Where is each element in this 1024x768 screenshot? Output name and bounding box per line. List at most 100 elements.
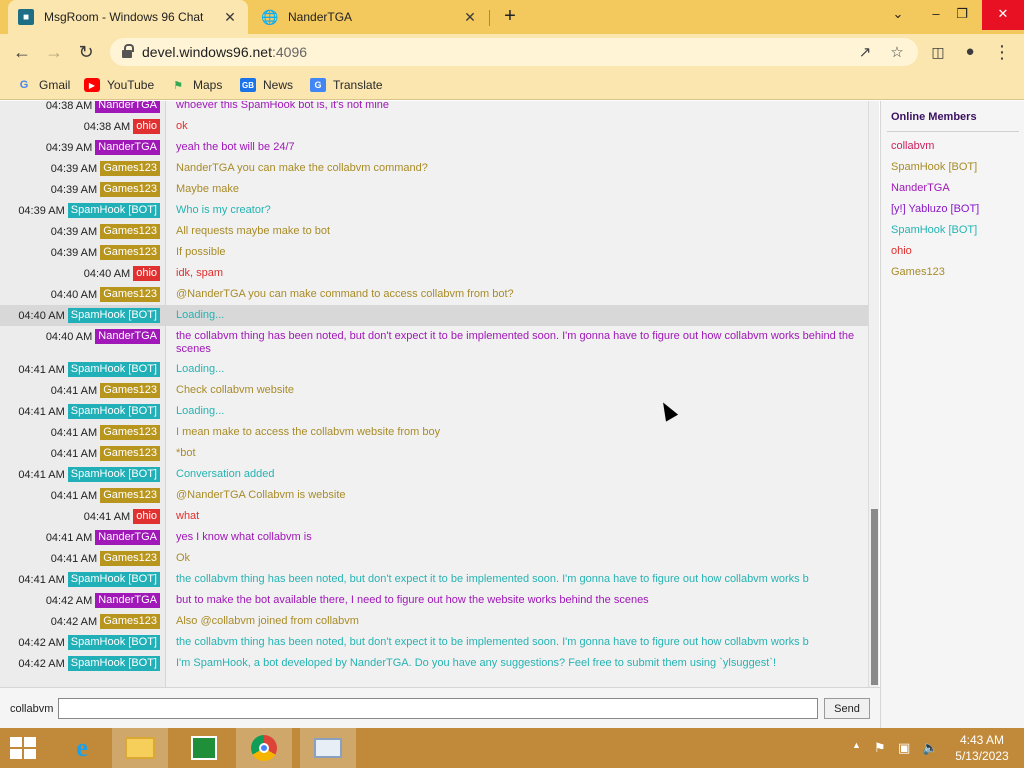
chat-message-row: 04:41 AM Games123 *bot	[0, 443, 868, 464]
bookmark-news[interactable]: GB News	[240, 76, 293, 94]
message-meta: 04:41 AM ohio	[0, 509, 160, 524]
side-panel-icon[interactable]: ◫	[926, 40, 950, 64]
message-timestamp: 04:41 AM	[50, 447, 98, 460]
message-timestamp: 04:38 AM	[45, 101, 93, 112]
taskbar-internet-explorer[interactable]: e	[54, 728, 110, 768]
member-item[interactable]: Games123	[891, 266, 945, 278]
current-username[interactable]: collabvm	[10, 703, 53, 715]
message-timestamp: 04:39 AM	[50, 225, 98, 238]
close-window-button[interactable]: ✕	[982, 0, 1024, 30]
message-timestamp: 04:42 AM	[18, 636, 65, 649]
message-meta: 04:38 AM NanderTGA	[0, 101, 160, 113]
message-author-badge[interactable]: NanderTGA	[95, 140, 160, 155]
member-item[interactable]: collabvm	[891, 140, 934, 152]
message-input[interactable]	[58, 698, 818, 719]
message-author-badge[interactable]: Games123	[100, 182, 160, 197]
send-button[interactable]: Send	[824, 698, 870, 719]
bookmark-label: Maps	[193, 78, 223, 92]
bookmark-gmail[interactable]: G Gmail	[16, 76, 71, 94]
message-timestamp: 04:40 AM	[18, 309, 65, 322]
network-icon[interactable]: ▣	[898, 740, 910, 756]
taskbar-file-explorer[interactable]	[112, 728, 168, 768]
tab-msgroom[interactable]: ■ MsgRoom - Windows 96 Chat ✕	[8, 0, 248, 34]
message-author-badge[interactable]: Games123	[100, 224, 160, 239]
message-author-badge[interactable]: Games123	[100, 446, 160, 461]
back-arrow-icon[interactable]: ←	[10, 40, 34, 64]
forward-arrow-icon[interactable]: →	[42, 40, 66, 64]
message-timestamp: 04:39 AM	[18, 204, 65, 217]
message-text: the collabvm thing has been noted, but d…	[176, 636, 809, 648]
action-center-flag-icon[interactable]: ⚑	[874, 740, 886, 756]
msgroom-page: 04:38 AM NanderTGA whoever this SpamHook b…	[0, 101, 1024, 729]
profile-avatar-icon[interactable]: ●	[958, 40, 982, 64]
restore-button[interactable]: ❐	[946, 0, 978, 30]
url-host: devel.windows96.net	[142, 44, 272, 60]
globe-icon: 🌐	[261, 8, 279, 25]
menu-kebab-icon[interactable]: ⋮	[990, 40, 1014, 64]
scrollbar-thumb[interactable]	[871, 509, 878, 685]
close-tab-icon[interactable]: ✕	[462, 9, 478, 26]
message-meta: 04:41 AM Games123	[0, 383, 160, 398]
message-author-badge[interactable]: Games123	[100, 287, 160, 302]
message-author-badge[interactable]: Games123	[100, 488, 160, 503]
message-author-badge[interactable]: Games123	[100, 425, 160, 440]
reload-icon[interactable]: ↻	[74, 40, 98, 64]
member-item[interactable]: NanderTGA	[891, 182, 950, 194]
tab-nandertga[interactable]: 🌐 NanderTGA ✕	[252, 0, 488, 34]
message-author-badge[interactable]: NanderTGA	[95, 593, 160, 608]
message-author-badge[interactable]: Games123	[100, 245, 160, 260]
chat-log[interactable]: 04:38 AM NanderTGA whoever this SpamHook b…	[0, 101, 868, 687]
tab-search-chevron-icon[interactable]: ⌄	[882, 0, 914, 30]
message-author-badge[interactable]: NanderTGA	[95, 530, 160, 545]
chart-icon	[314, 738, 342, 758]
chat-message-row: 04:41 AM Games123 Check collabvm website	[0, 380, 868, 401]
message-author-badge[interactable]: ohio	[133, 509, 160, 524]
message-author-badge[interactable]: Games123	[100, 383, 160, 398]
share-icon[interactable]: ↗	[856, 44, 874, 62]
message-author-badge[interactable]: SpamHook [BOT]	[67, 362, 160, 377]
close-tab-icon[interactable]: ✕	[222, 9, 238, 26]
message-timestamp: 04:41 AM	[50, 426, 98, 439]
message-author-badge[interactable]: SpamHook [BOT]	[67, 635, 160, 650]
bookmark-maps[interactable]: ⚑ Maps	[170, 76, 222, 94]
message-author-badge[interactable]: Games123	[100, 614, 160, 629]
message-author-badge[interactable]: SpamHook [BOT]	[67, 404, 160, 419]
taskbar-store[interactable]	[176, 728, 232, 768]
message-text: Check collabvm website	[176, 384, 294, 396]
message-meta: 04:41 AM SpamHook [BOT]	[0, 467, 160, 482]
new-tab-button[interactable]: +	[498, 5, 522, 29]
chat-message-row: 04:39 AM Games123 NanderTGA you can make t…	[0, 158, 868, 179]
taskbar-chrome[interactable]	[236, 728, 292, 768]
message-author-badge[interactable]: SpamHook [BOT]	[67, 467, 160, 482]
taskbar-clock[interactable]: 4:43 AM 5/13/2023	[950, 732, 1014, 764]
message-author-badge[interactable]: ohio	[133, 266, 160, 281]
message-author-badge[interactable]: SpamHook [BOT]	[67, 203, 160, 218]
member-item[interactable]: SpamHook [BOT]	[891, 161, 977, 173]
message-text: NanderTGA you can make the collabvm comm…	[176, 162, 428, 174]
message-timestamp: 04:40 AM	[50, 288, 98, 301]
bookmark-youtube[interactable]: ▶ YouTube	[84, 76, 154, 94]
start-button[interactable]	[0, 728, 48, 768]
message-author-badge[interactable]: NanderTGA	[95, 101, 160, 113]
taskbar-task-manager[interactable]	[300, 728, 356, 768]
volume-muted-icon[interactable]: 🔈	[922, 740, 938, 756]
message-author-badge[interactable]: Games123	[100, 161, 160, 176]
message-meta: 04:41 AM SpamHook [BOT]	[0, 362, 160, 377]
message-author-badge[interactable]: SpamHook [BOT]	[67, 308, 160, 323]
member-item[interactable]: [y!] Yabluzo [BOT]	[891, 203, 979, 215]
member-item[interactable]: SpamHook [BOT]	[891, 224, 977, 236]
member-item[interactable]: ohio	[891, 245, 912, 257]
bookmark-star-icon[interactable]: ☆	[888, 44, 906, 62]
message-author-badge[interactable]: ohio	[133, 119, 160, 134]
message-author-badge[interactable]: NanderTGA	[95, 329, 160, 344]
message-author-badge[interactable]: Games123	[100, 551, 160, 566]
bookmark-translate[interactable]: G Translate	[310, 76, 383, 94]
message-meta: 04:39 AM SpamHook [BOT]	[0, 203, 160, 218]
tab-separator	[489, 10, 490, 26]
message-author-badge[interactable]: SpamHook [BOT]	[67, 656, 160, 671]
chat-scrollbar[interactable]	[868, 101, 879, 687]
message-author-badge[interactable]: SpamHook [BOT]	[67, 572, 160, 587]
address-bar[interactable]: devel.windows96.net:4096 ↗ ☆	[110, 38, 918, 66]
show-hidden-icons-icon[interactable]: ▲	[852, 740, 861, 750]
message-meta: 04:42 AM SpamHook [BOT]	[0, 656, 160, 671]
